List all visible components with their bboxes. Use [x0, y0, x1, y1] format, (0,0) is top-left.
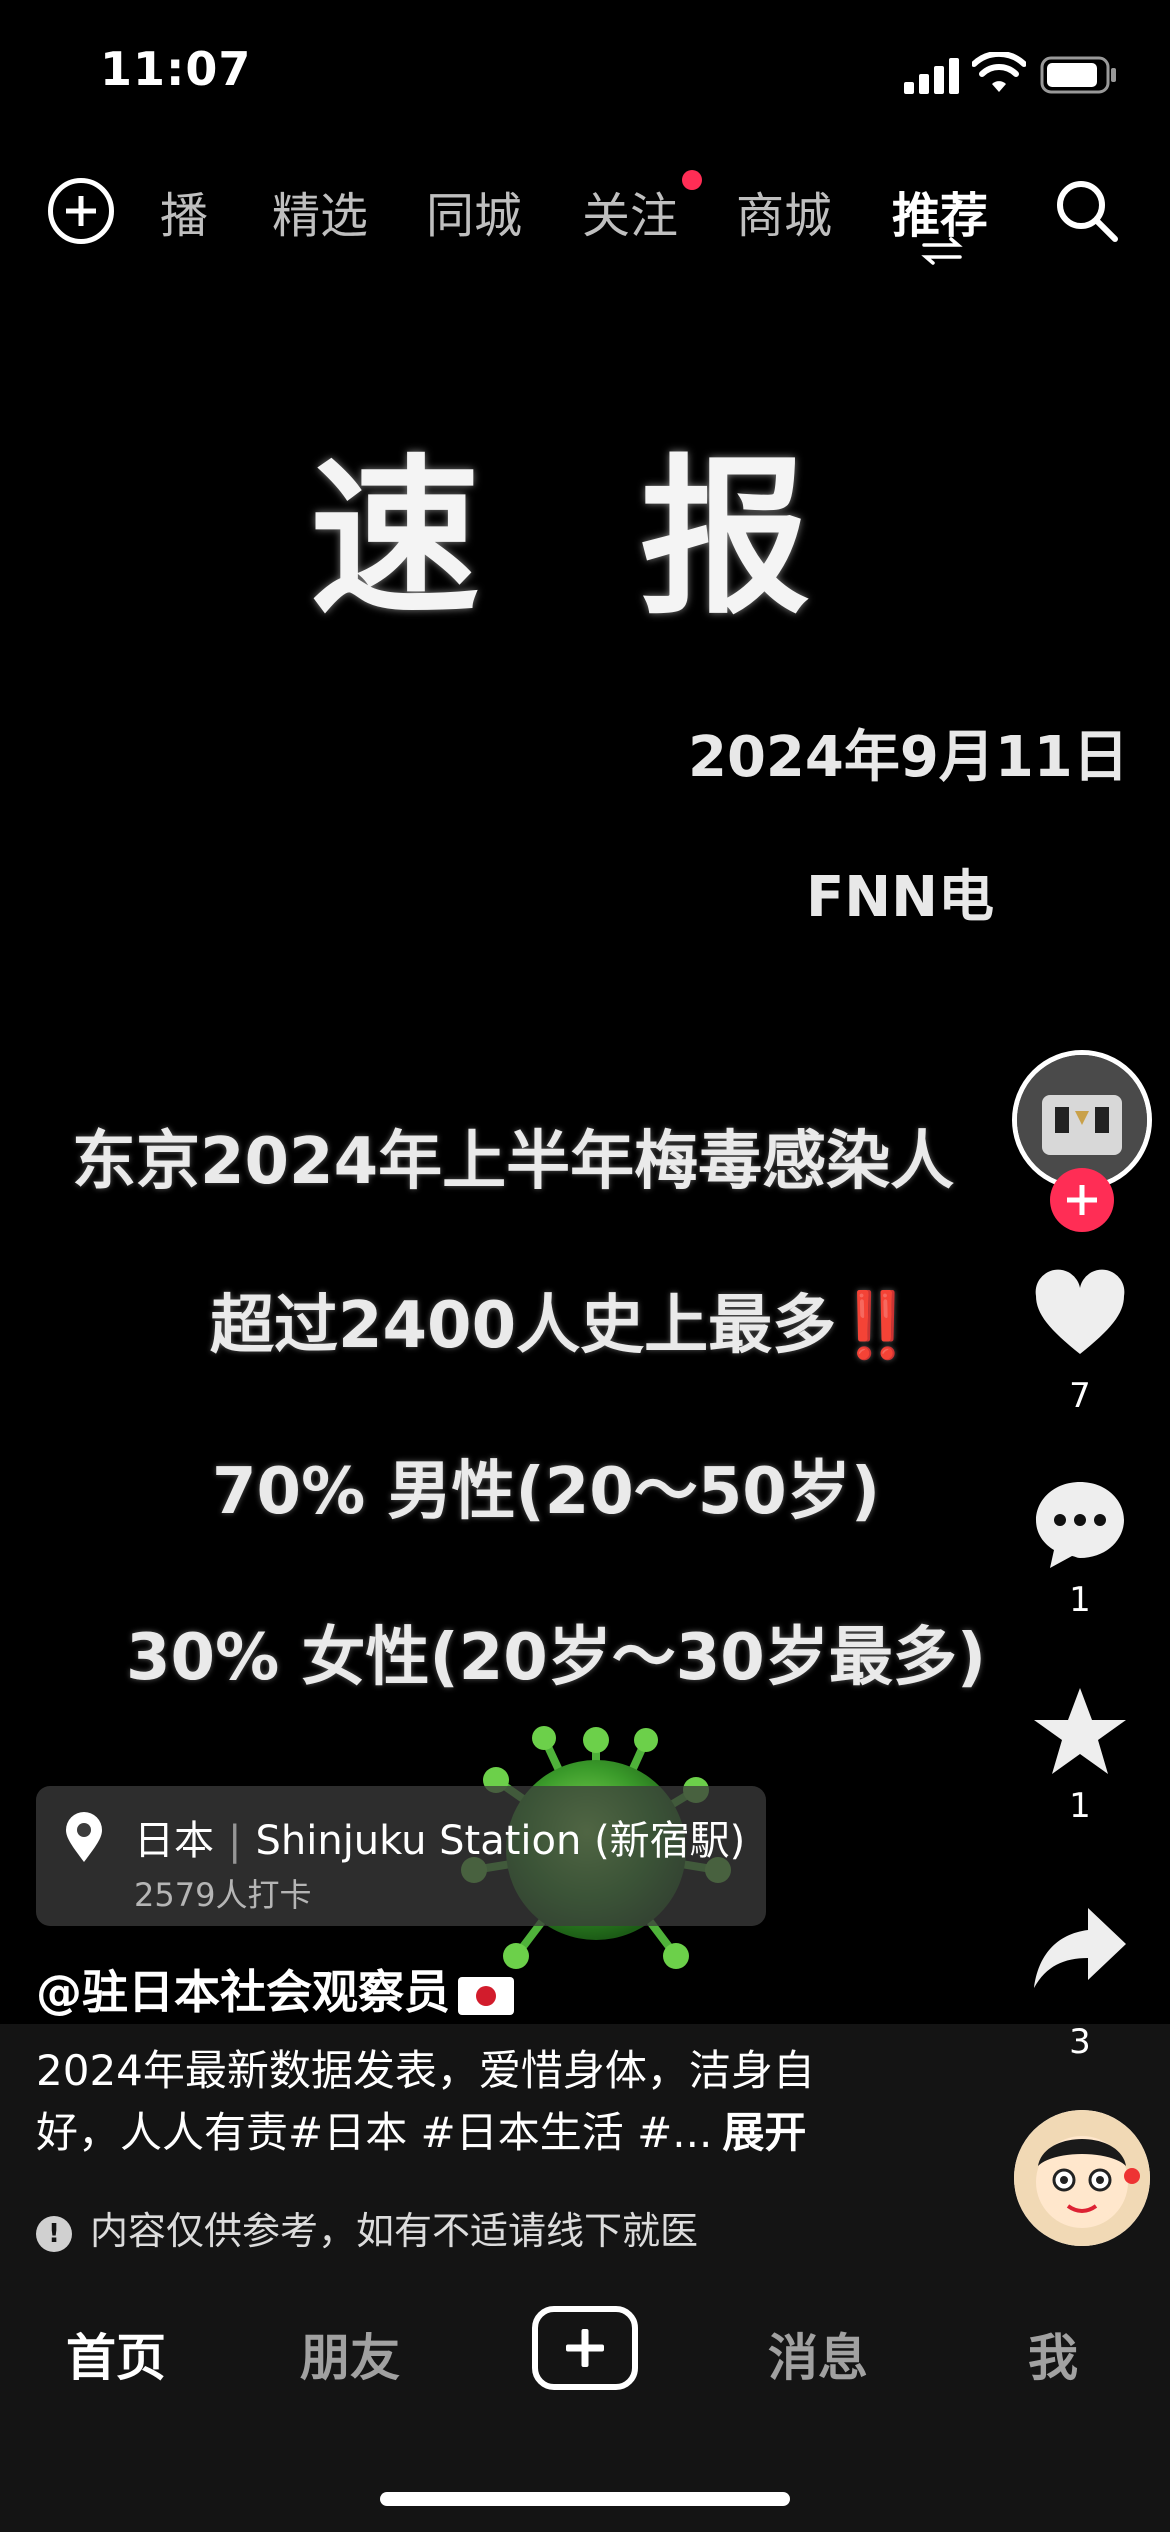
tab-following[interactable]: 关注	[582, 176, 678, 246]
checkin-count: 2579人打卡	[134, 1876, 312, 1914]
nav-home[interactable]: 首页	[66, 2318, 166, 2390]
author-handle: @驻日本社会观察员	[36, 1965, 450, 2019]
health-notice: ! 内容仅供参考，如有不适请线下就医	[36, 2200, 698, 2255]
video-line: 30% 女性(20岁～30岁最多)	[126, 1621, 987, 1695]
tab-live[interactable]: 播	[160, 176, 208, 246]
nav-me[interactable]: 我	[1028, 2318, 1078, 2390]
location-place: Shinjuku Station (新宿駅)	[255, 1818, 746, 1864]
notice-text: 内容仅供参考，如有不适请线下就医	[90, 2209, 699, 2253]
video-headline: 速报	[309, 440, 970, 638]
location-region: 日本	[134, 1818, 214, 1864]
switch-arrows-icon	[921, 237, 963, 265]
avatar-image	[1017, 1055, 1147, 1185]
favorite-star-icon[interactable]	[1030, 1682, 1130, 1782]
location-divider: |	[228, 1818, 242, 1864]
tab-mall[interactable]: 商城	[736, 176, 832, 246]
battery-icon	[1040, 56, 1116, 94]
location-name[interactable]: 日本 | Shinjuku Station (新宿駅)	[134, 1808, 745, 1866]
notification-dot	[682, 170, 702, 190]
add-icon[interactable]	[48, 178, 114, 244]
share-count: 3	[1069, 2022, 1091, 2062]
create-button[interactable]	[532, 2306, 638, 2390]
follow-button[interactable]	[1050, 1168, 1114, 1232]
home-indicator[interactable]	[380, 2492, 790, 2506]
video-source: FNN电	[806, 865, 994, 930]
comment-count: 1	[1069, 1580, 1091, 1620]
video-date: 2024年9月11日	[688, 725, 1129, 790]
share-icon[interactable]	[1030, 1898, 1130, 1998]
status-time: 11:07	[100, 42, 252, 96]
description-text: 2024年最新数据发表，爱惜身体，洁身自好，人人有责#日本 #日本生活 #...	[36, 2046, 815, 2157]
comment-icon[interactable]	[1030, 1474, 1130, 1574]
japan-flag-icon	[458, 1976, 514, 2015]
info-icon: !	[36, 2215, 72, 2252]
favorite-count: 1	[1069, 1786, 1091, 1826]
tab-featured[interactable]: 精选	[272, 176, 368, 246]
like-icon[interactable]	[1030, 1266, 1130, 1366]
author-name[interactable]: @驻日本社会观察员	[36, 1956, 514, 2022]
video-line: 70% 男性(20～50岁)	[212, 1455, 881, 1529]
like-count: 7	[1069, 1376, 1091, 1416]
video-description[interactable]: 2024年最新数据发表，爱惜身体，洁身自好，人人有责#日本 #日本生活 #...…	[36, 2040, 896, 2164]
location-pin-icon	[66, 1812, 102, 1862]
video-line: 东京2024年上半年梅毒感染人	[72, 1125, 955, 1199]
tab-local[interactable]: 同城	[426, 176, 522, 246]
expand-button[interactable]: 展开	[722, 2108, 806, 2157]
music-disc-avatar[interactable]	[1014, 2110, 1150, 2246]
search-icon[interactable]	[1052, 176, 1122, 246]
nav-messages[interactable]: 消息	[768, 2318, 868, 2390]
video-line: 超过2400人史上最多‼️	[210, 1289, 916, 1363]
cartoon-face-icon	[1014, 2110, 1150, 2246]
nav-friends[interactable]: 朋友	[300, 2318, 400, 2390]
wifi-icon	[972, 52, 1026, 92]
cellular-signal-icon	[904, 58, 959, 94]
